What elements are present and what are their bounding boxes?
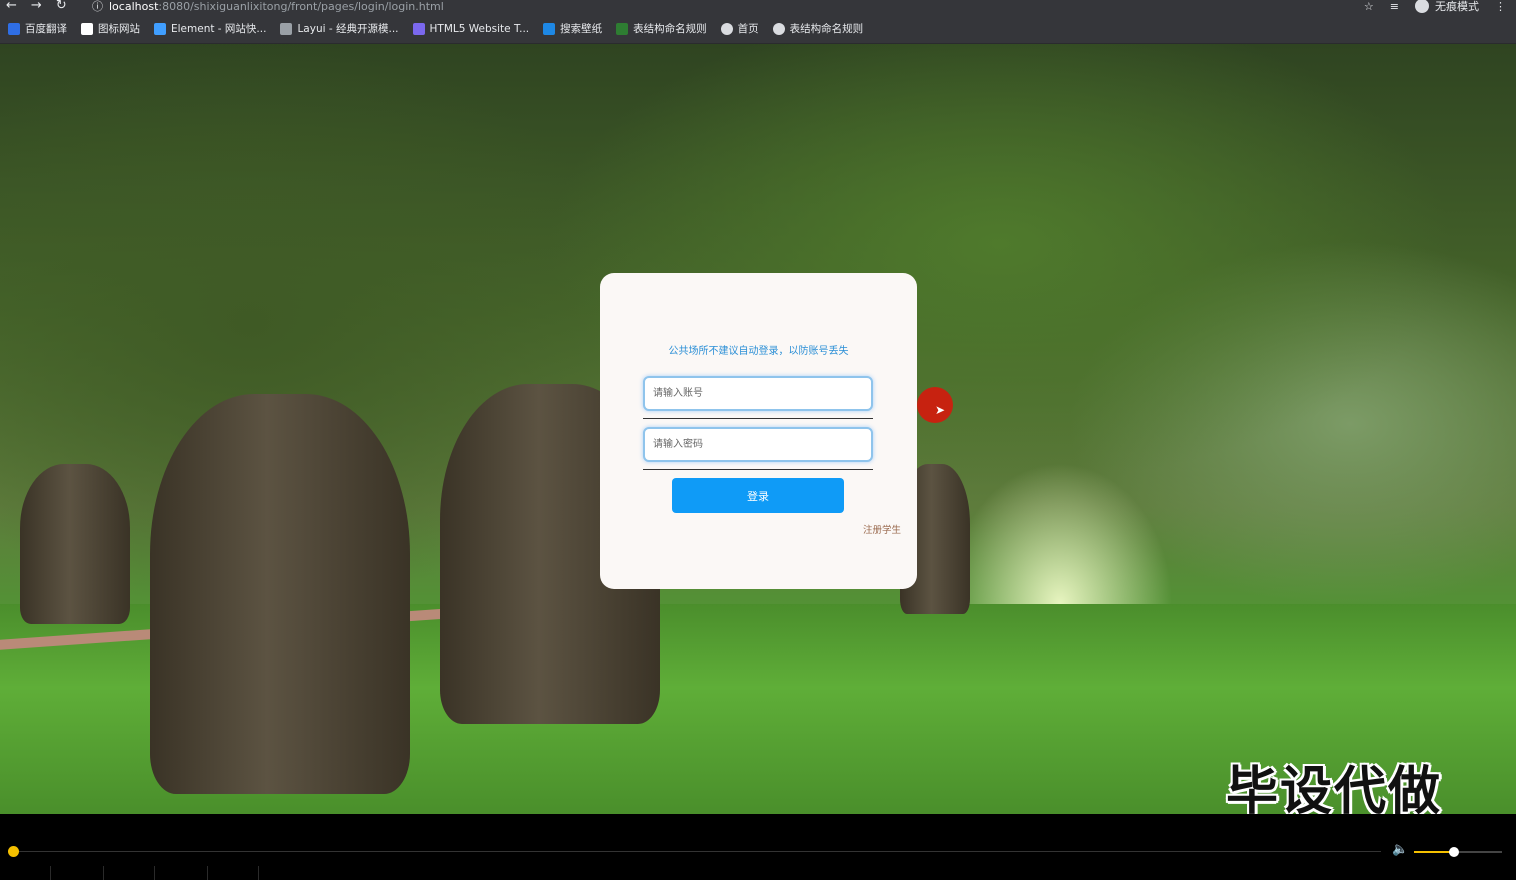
video-player-bar: 🔈 [0,814,1516,880]
bookmark-item[interactable]: 图标网站 [81,21,140,36]
bookmark-icon [280,22,293,35]
bookmarks-bar: 百度翻译 图标网站 Element - 网站快... Layui - 经典开源模… [0,14,1516,44]
account-input[interactable] [643,376,873,411]
bookmark-label: 表结构命名规则 [789,23,864,35]
login-card: 公共场所不建议自动登录，以防账号丢失 登录 注册学生 [600,273,917,589]
tree-trunk [150,394,410,794]
divider [643,418,873,419]
star-icon[interactable]: ☆ [1364,0,1374,13]
bookmark-item[interactable]: 表结构命名规则 [616,21,707,36]
reading-list-icon[interactable]: ≡ [1390,0,1399,13]
login-button[interactable]: 登录 [672,478,844,513]
bookmark-item[interactable]: HTML5 Website T... [412,22,530,35]
bookmark-item[interactable]: 表结构命名规则 [772,21,864,36]
progress-track[interactable] [13,851,1381,852]
bookmark-label: 图标网站 [98,23,140,35]
menu-icon[interactable]: ⋮ [1495,0,1506,13]
bookmark-item[interactable]: Layui - 经典开源模... [280,21,399,36]
back-icon[interactable]: ← [6,0,17,13]
tree-trunk [20,464,130,624]
incognito-profile[interactable]: 无痕模式 [1415,0,1479,14]
volume-slider[interactable] [1414,847,1502,857]
chapter-segments [0,866,1516,880]
segment[interactable] [208,866,259,880]
segment[interactable] [0,866,51,880]
browser-toolbar: ← → ↻ ⓘ localhost:8080/shixiguanlixitong… [0,0,1516,14]
bookmark-label: Layui - 经典开源模... [297,23,399,35]
incognito-icon [1415,0,1429,13]
bookmark-label: 表结构命名规则 [633,23,707,35]
bookmark-icon [412,22,425,35]
segment[interactable] [104,866,155,880]
profile-label: 无痕模式 [1435,0,1479,13]
url-path: :8080/shixiguanlixitong/front/pages/logi… [158,0,444,13]
divider [643,469,873,470]
toolbar-right: ☆ ≡ 无痕模式 ⋮ [1364,0,1506,14]
bookmark-icon [8,22,20,35]
volume-fill [1414,851,1454,853]
bookmark-icon [81,22,93,35]
nav-buttons: ← → ↻ [6,0,67,13]
password-input[interactable] [643,427,873,462]
bookmark-label: 搜索壁纸 [560,23,603,35]
url-host: localhost [109,0,159,13]
bookmark-label: Element - 网站快... [171,23,267,35]
bookmark-item[interactable]: 搜索壁纸 [543,21,602,36]
globe-icon [720,22,733,35]
progress-handle[interactable] [8,846,19,857]
register-student-link[interactable]: 注册学生 [863,522,901,536]
bookmark-label: 百度翻译 [25,23,67,35]
forward-icon[interactable]: → [31,0,42,13]
bookmark-label: HTML5 Website T... [429,22,530,35]
bookmark-icon [616,22,629,35]
volume-handle[interactable] [1448,847,1459,857]
bookmark-icon [543,22,556,35]
globe-icon [772,22,785,35]
segment[interactable] [155,866,208,880]
segment[interactable] [51,866,104,880]
info-icon[interactable]: ⓘ [92,0,103,14]
cursor-icon: ➤ [935,403,946,417]
bookmark-icon [154,22,166,35]
reload-icon[interactable]: ↻ [56,0,67,13]
address-bar[interactable]: ⓘ localhost:8080/shixiguanlixitong/front… [92,0,444,14]
bookmark-item[interactable]: Element - 网站快... [154,21,266,36]
bookmark-item[interactable]: 首页 [720,21,759,36]
bookmark-label: 首页 [737,23,759,35]
volume-icon[interactable]: 🔈 [1392,842,1408,857]
bookmark-item[interactable]: 百度翻译 [8,21,67,36]
login-tip: 公共场所不建议自动登录，以防账号丢失 [668,346,849,357]
watermark: 毕设代做 [1226,762,1443,814]
